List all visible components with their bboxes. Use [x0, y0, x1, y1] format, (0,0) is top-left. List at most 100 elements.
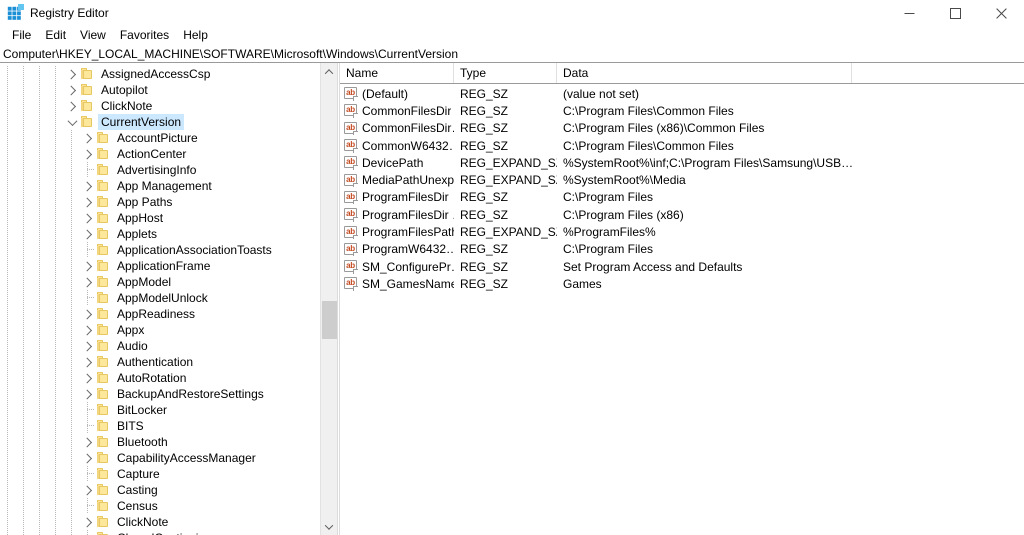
tree-item-appx[interactable]: Appx — [0, 322, 337, 338]
value-row[interactable]: ab CommonFilesDir… REG_SZ C:\Program Files … — [340, 120, 1024, 137]
tree-guide-line — [23, 354, 24, 370]
scrollbar-thumb[interactable] — [322, 301, 337, 339]
tree-item-closedcaptioning[interactable]: ClosedCaptioning — [0, 530, 337, 535]
chevron-right-icon[interactable] — [80, 226, 96, 242]
tree-item-applets[interactable]: Applets — [0, 226, 337, 242]
chevron-right-icon[interactable] — [80, 178, 96, 194]
tree-item-autopilot[interactable]: Autopilot — [0, 82, 337, 98]
value-row[interactable]: ab ProgramFilesPath REG_EXPAND_SZ %ProgramF… — [340, 223, 1024, 240]
tree-item-app-management[interactable]: App Management — [0, 178, 337, 194]
menu-favorites[interactable]: Favorites — [113, 27, 176, 44]
tree-item-apphost[interactable]: AppHost — [0, 210, 337, 226]
chevron-right-icon[interactable] — [80, 130, 96, 146]
value-row[interactable]: ab ProgramW6432… REG_SZ C:\Program Files — [340, 241, 1024, 258]
tree-item-appmodel[interactable]: AppModel — [0, 274, 337, 290]
tree-guide-line — [23, 530, 24, 535]
chevron-down-icon[interactable] — [64, 114, 80, 130]
tree-item-currentversion[interactable]: CurrentVersion — [0, 114, 337, 130]
tree-guide-line — [23, 66, 24, 82]
tree-guide-line — [23, 114, 24, 130]
tree-guide-line — [55, 306, 56, 322]
tree-guide-line — [7, 274, 8, 290]
tree-item-audio[interactable]: Audio — [0, 338, 337, 354]
tree-item-appmodelunlock[interactable]: AppModelUnlock — [0, 290, 337, 306]
column-header-data[interactable]: Data — [557, 63, 852, 83]
chevron-right-icon[interactable] — [80, 194, 96, 210]
maximize-button[interactable] — [932, 0, 978, 26]
minimize-button[interactable] — [886, 0, 932, 26]
value-row[interactable]: ab DevicePath REG_EXPAND_SZ %SystemRoot%\in… — [340, 154, 1024, 171]
chevron-right-icon[interactable] — [80, 482, 96, 498]
tree-item-actioncenter[interactable]: ActionCenter — [0, 146, 337, 162]
chevron-right-icon[interactable] — [80, 450, 96, 466]
tree-item-applicationframe[interactable]: ApplicationFrame — [0, 258, 337, 274]
tree-item-census[interactable]: Census — [0, 498, 337, 514]
chevron-right-icon[interactable] — [80, 370, 96, 386]
value-row[interactable]: ab ProgramFilesDir REG_SZ C:\Program Files — [340, 189, 1024, 206]
chevron-right-icon[interactable] — [80, 258, 96, 274]
value-row[interactable]: ab SM_GamesName REG_SZ Games — [340, 275, 1024, 292]
tree-item-backupandrestoresettings[interactable]: BackupAndRestoreSettings — [0, 386, 337, 402]
chevron-right-icon[interactable] — [64, 98, 80, 114]
tree-guide-line — [55, 162, 56, 178]
tree-item-authentication[interactable]: Authentication — [0, 354, 337, 370]
value-row[interactable]: ab CommonFilesDir REG_SZ C:\Program Files\C… — [340, 102, 1024, 119]
registry-path: Computer\HKEY_LOCAL_MACHINE\SOFTWARE\Mic… — [3, 46, 459, 61]
tree-item-bits[interactable]: BITS — [0, 418, 337, 434]
value-type: REG_SZ — [460, 86, 509, 101]
chevron-right-icon[interactable] — [80, 386, 96, 402]
chevron-right-icon[interactable] — [80, 274, 96, 290]
tree-item-bitlocker[interactable]: BitLocker — [0, 402, 337, 418]
chevron-right-icon[interactable] — [80, 306, 96, 322]
menu-help[interactable]: Help — [176, 27, 215, 44]
address-bar[interactable]: Computer\HKEY_LOCAL_MACHINE\SOFTWARE\Mic… — [0, 45, 1024, 63]
value-row[interactable]: ab CommonW6432… REG_SZ C:\Program Files\Com… — [340, 137, 1024, 154]
tree-item-clicknote[interactable]: ClickNote — [0, 514, 337, 530]
tree-item-clicknote[interactable]: ClickNote — [0, 98, 337, 114]
chevron-right-icon[interactable] — [80, 338, 96, 354]
tree-item-label: Capture — [117, 467, 160, 481]
tree-item-autorotation[interactable]: AutoRotation — [0, 370, 337, 386]
chevron-right-icon[interactable] — [80, 210, 96, 226]
tree-item-assignedaccesscsp[interactable]: AssignedAccessCsp — [0, 66, 337, 82]
tree-item-accountpicture[interactable]: AccountPicture — [0, 130, 337, 146]
chevron-right-icon[interactable] — [80, 514, 96, 530]
column-header-type[interactable]: Type — [454, 63, 557, 83]
tree-item-appreadiness[interactable]: AppReadiness — [0, 306, 337, 322]
folder-icon — [96, 404, 109, 416]
tree-item-capabilityaccessmanager[interactable]: CapabilityAccessManager — [0, 450, 337, 466]
tree-guide-line — [23, 162, 24, 178]
column-header-name[interactable]: Name — [340, 63, 454, 83]
tree-item-app-paths[interactable]: App Paths — [0, 194, 337, 210]
string-value-icon: ab — [344, 208, 358, 222]
value-name: SM_GamesName — [362, 276, 454, 291]
tree-item-advertisinginfo[interactable]: AdvertisingInfo — [0, 162, 337, 178]
scroll-down-arrow-icon[interactable] — [321, 518, 337, 535]
tree-item-casting[interactable]: Casting — [0, 482, 337, 498]
tree-vertical-scrollbar[interactable] — [320, 63, 337, 535]
tree-item-capture[interactable]: Capture — [0, 466, 337, 482]
value-row[interactable]: ab ProgramFilesDir … REG_SZ C:\Program File… — [340, 206, 1024, 223]
chevron-right-icon[interactable] — [64, 82, 80, 98]
chevron-right-icon[interactable] — [80, 322, 96, 338]
close-button[interactable] — [978, 0, 1024, 26]
chevron-right-icon[interactable] — [80, 434, 96, 450]
chevron-right-icon[interactable] — [80, 146, 96, 162]
chevron-right-icon[interactable] — [64, 66, 80, 82]
tree-leaf-connector — [80, 402, 96, 418]
value-row[interactable]: ab SM_ConfigurePr… REG_SZ Set Program Acces… — [340, 258, 1024, 275]
tree-item-label: AssignedAccessCsp — [101, 67, 211, 81]
tree-leaf-connector — [80, 498, 96, 514]
tree-item-label: AppModelUnlock — [117, 291, 208, 305]
scroll-up-arrow-icon[interactable] — [321, 63, 337, 80]
menu-edit[interactable]: Edit — [38, 27, 73, 44]
menu-view[interactable]: View — [73, 27, 113, 44]
menu-file[interactable]: File — [5, 27, 38, 44]
tree-item-bluetooth[interactable]: Bluetooth — [0, 434, 337, 450]
chevron-right-icon[interactable] — [80, 354, 96, 370]
tree-item-applicationassociationtoasts[interactable]: ApplicationAssociationToasts — [0, 242, 337, 258]
value-row[interactable]: ab (Default) REG_SZ (value not set) — [340, 85, 1024, 102]
value-name: ProgramFilesDir … — [362, 207, 454, 222]
value-row[interactable]: ab MediaPathUnexp… REG_EXPAND_SZ %SystemRoo… — [340, 171, 1024, 188]
